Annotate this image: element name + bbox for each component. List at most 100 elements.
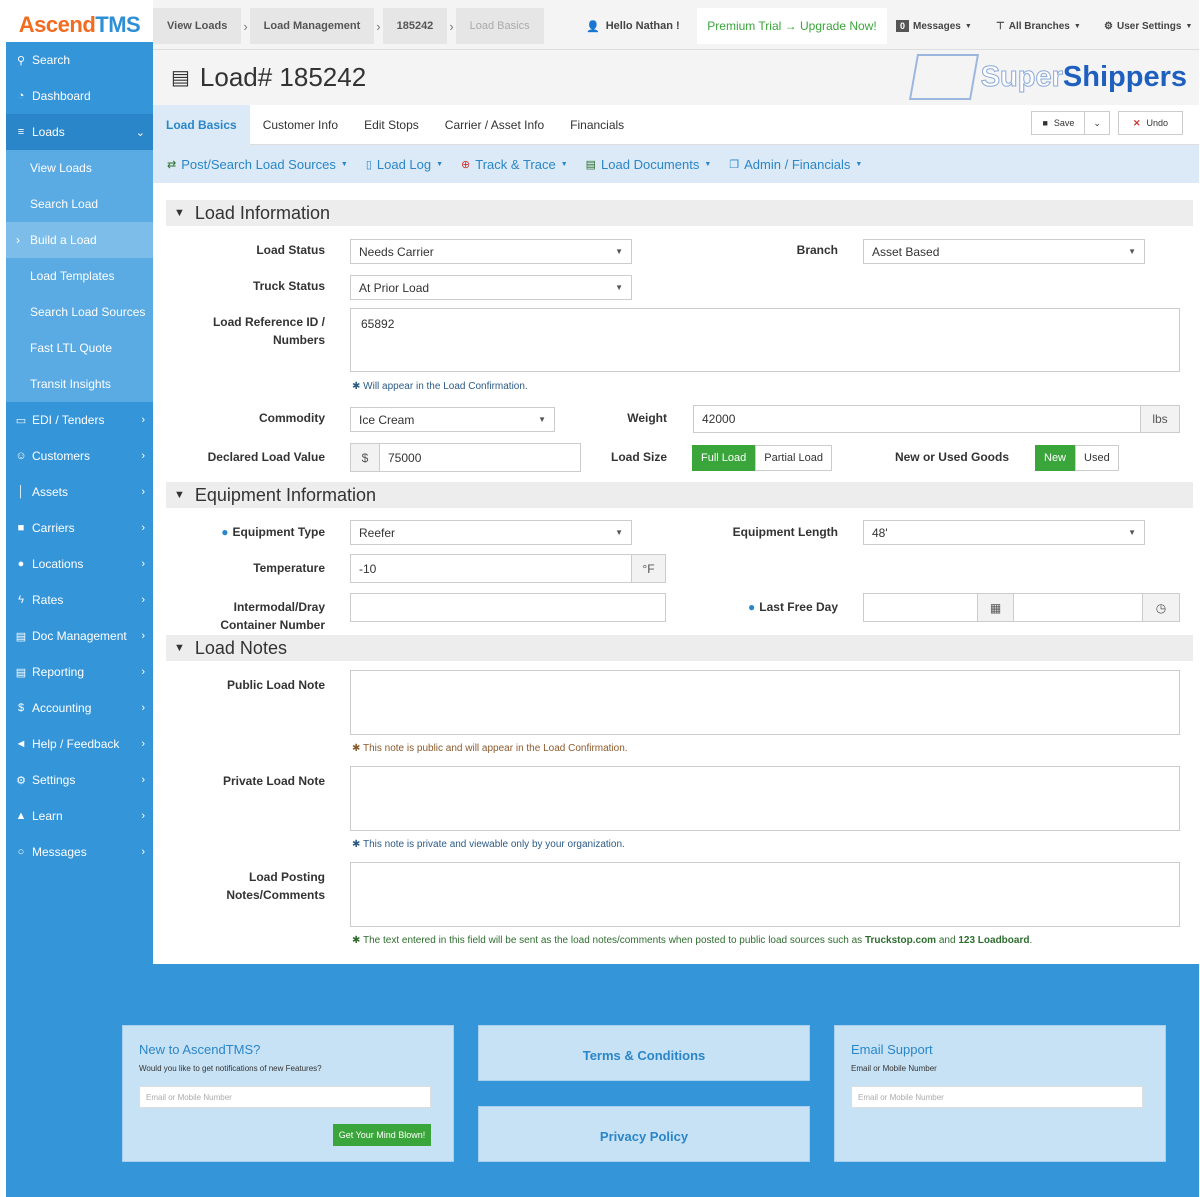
section-equipment-information[interactable]: ▼ Equipment Information xyxy=(166,482,1193,508)
section-load-notes[interactable]: ▼ Load Notes xyxy=(166,635,1193,661)
sidebar-item-reporting[interactable]: ▤ Reporting › xyxy=(6,654,153,690)
label-line: Numbers xyxy=(272,333,325,347)
newsletter-email-input[interactable]: Email or Mobile Number xyxy=(139,1086,431,1108)
crosshairs-icon: ⊕ xyxy=(461,158,471,171)
save-button[interactable]: ■ Save xyxy=(1031,111,1086,135)
asterisk-icon: ✱ xyxy=(352,935,363,946)
chevron-right-icon: › xyxy=(141,810,145,822)
tab-financials[interactable]: Financials xyxy=(557,105,637,145)
sidebar-item-search[interactable]: ⚲ Search xyxy=(6,42,153,78)
sidebar-item-help[interactable]: ◄ Help / Feedback › xyxy=(6,726,153,762)
sidebar-sub-view-loads[interactable]: View Loads xyxy=(6,150,153,186)
terms-link[interactable]: Terms & Conditions xyxy=(479,1048,809,1063)
sidebar-item-messages[interactable]: ○ Messages › xyxy=(6,834,153,870)
question-circle-icon[interactable]: ● xyxy=(748,600,755,614)
last-free-day-time-input[interactable] xyxy=(1013,593,1143,622)
commodity-select[interactable]: Ice Cream ▼ xyxy=(350,407,555,432)
loadboard-link[interactable]: 123 Loadboard xyxy=(958,935,1029,946)
caret-down-icon: ▼ xyxy=(1185,22,1193,30)
terms-box[interactable]: Terms & Conditions xyxy=(478,1025,810,1081)
goods-new-option[interactable]: New xyxy=(1035,445,1076,471)
question-circle-icon[interactable]: ● xyxy=(221,525,228,539)
sidebar-item-assets[interactable]: │ Assets › xyxy=(6,474,153,510)
subnav-load-log[interactable]: ▯ Load Log ▼ xyxy=(366,157,443,172)
private-note-textarea[interactable] xyxy=(350,766,1180,831)
sidebar-sub-build-a-load[interactable]: › Build a Load xyxy=(6,222,153,258)
sidebar-item-edi[interactable]: ▭ EDI / Tenders › xyxy=(6,402,153,438)
sidebar-sub-transit-insights[interactable]: Transit Insights xyxy=(6,366,153,402)
sidebar-item-learn[interactable]: ▲ Learn › xyxy=(6,798,153,834)
sidebar-item-dashboard[interactable]: ◔ Dashboard xyxy=(6,78,153,114)
subnav-label: Post/Search Load Sources xyxy=(181,156,336,172)
full-load-option[interactable]: Full Load xyxy=(692,445,756,471)
messages-menu[interactable]: 0 Messages ▼ xyxy=(896,8,972,44)
sidebar-label: Search Load xyxy=(30,197,99,211)
breadcrumb-load-management[interactable]: Load Management xyxy=(249,8,375,44)
sidebar-sub-fast-ltl-quote[interactable]: Fast LTL Quote xyxy=(6,330,153,366)
branch-select[interactable]: Asset Based ▼ xyxy=(863,239,1145,264)
chevron-right-icon: › xyxy=(16,233,20,247)
equipment-type-select[interactable]: Reefer ▼ xyxy=(350,520,632,545)
sidebar-item-settings[interactable]: ⚙ Settings › xyxy=(6,762,153,798)
chevron-right-icon: › xyxy=(141,630,145,642)
truckstop-link[interactable]: Truckstop.com xyxy=(865,935,936,946)
branches-menu[interactable]: ⊤ All Branches ▼ xyxy=(996,8,1081,44)
sitemap-icon: ⊤ xyxy=(996,20,1005,32)
truck-status-select[interactable]: At Prior Load ▼ xyxy=(350,275,632,300)
breadcrumb-load-id[interactable]: 185242 xyxy=(382,8,448,44)
sidebar-sub-load-templates[interactable]: Load Templates xyxy=(6,258,153,294)
tab-edit-stops[interactable]: Edit Stops xyxy=(351,105,432,145)
undo-button[interactable]: ✕ Undo xyxy=(1117,111,1183,135)
sidebar-item-loads[interactable]: ≡ Loads ⌄ xyxy=(6,114,153,150)
asterisk-icon: ✱ xyxy=(352,381,364,392)
sidebar-sub-search-load[interactable]: Search Load xyxy=(6,186,153,222)
subnav-track-trace[interactable]: ⊕ Track & Trace ▼ xyxy=(461,157,568,172)
sidebar-sub-search-load-sources[interactable]: Search Load Sources xyxy=(6,294,153,330)
sidebar-item-rates[interactable]: ϟ Rates › xyxy=(6,582,153,618)
support-email-input[interactable]: Email or Mobile Number xyxy=(851,1086,1143,1108)
sidebar-label: Build a Load xyxy=(30,233,97,247)
posting-notes-textarea[interactable] xyxy=(350,862,1180,927)
private-note-help: ✱ This note is private and viewable only… xyxy=(352,839,625,850)
newsletter-submit-button[interactable]: Get Your Mind Blown! xyxy=(333,1124,431,1146)
sidebar-item-customers[interactable]: ☺ Customers › xyxy=(6,438,153,474)
tab-customer-info[interactable]: Customer Info xyxy=(250,105,351,145)
tab-carrier-asset-info[interactable]: Carrier / Asset Info xyxy=(432,105,557,145)
privacy-box[interactable]: Privacy Policy xyxy=(478,1106,810,1162)
sidebar-item-accounting[interactable]: $ Accounting › xyxy=(6,690,153,726)
equipment-length-select[interactable]: 48' ▼ xyxy=(863,520,1145,545)
trial-text: Premium Trial → Upgrade Now! xyxy=(707,19,877,33)
premium-trial-link[interactable]: Premium Trial → Upgrade Now! xyxy=(697,8,887,44)
caret-down-icon: ▼ xyxy=(340,160,348,168)
subnav-load-documents[interactable]: ▤ Load Documents ▼ xyxy=(586,157,712,172)
partial-load-option[interactable]: Partial Load xyxy=(755,445,832,471)
last-free-day-date-input[interactable] xyxy=(863,593,978,622)
temperature-input[interactable]: -10 xyxy=(350,554,632,583)
load-status-select[interactable]: Needs Carrier ▼ xyxy=(350,239,632,264)
public-note-textarea[interactable] xyxy=(350,670,1180,735)
load-reference-textarea[interactable]: 65892 xyxy=(350,308,1180,372)
caret-down-icon: ▼ xyxy=(436,160,444,168)
save-dropdown-button[interactable]: ⌄ xyxy=(1085,111,1110,135)
section-load-information[interactable]: ▼ Load Information xyxy=(166,200,1193,226)
user-settings-menu[interactable]: ⚙ User Settings ▼ xyxy=(1104,8,1192,44)
sidebar-item-doc-management[interactable]: ▤ Doc Management › xyxy=(6,618,153,654)
edi-icon: ▭ xyxy=(15,414,27,427)
calendar-icon[interactable]: ▦ xyxy=(977,593,1014,622)
sidebar-label: Dashboard xyxy=(32,89,91,103)
subnav-admin-financials[interactable]: ❐ Admin / Financials ▼ xyxy=(729,157,862,172)
declared-value-input[interactable]: 75000 xyxy=(379,443,581,472)
tab-load-basics[interactable]: Load Basics xyxy=(153,105,250,145)
container-number-input[interactable] xyxy=(350,593,666,622)
breadcrumb-view-loads[interactable]: View Loads xyxy=(153,8,242,44)
sidebar-item-locations[interactable]: ● Locations › xyxy=(6,546,153,582)
chevron-right-icon: › xyxy=(141,558,145,570)
subnav-post-search-load-sources[interactable]: ⇄ Post/Search Load Sources ▼ xyxy=(167,157,348,172)
clock-icon[interactable]: ◷ xyxy=(1142,593,1180,622)
sidebar-item-carriers[interactable]: ■ Carriers › xyxy=(6,510,153,546)
sidebar-label: Transit Insights xyxy=(30,377,111,391)
dollar-icon: $ xyxy=(17,702,25,714)
weight-input[interactable]: 42000 xyxy=(693,405,1141,433)
goods-used-option[interactable]: Used xyxy=(1075,445,1119,471)
privacy-link[interactable]: Privacy Policy xyxy=(479,1129,809,1144)
